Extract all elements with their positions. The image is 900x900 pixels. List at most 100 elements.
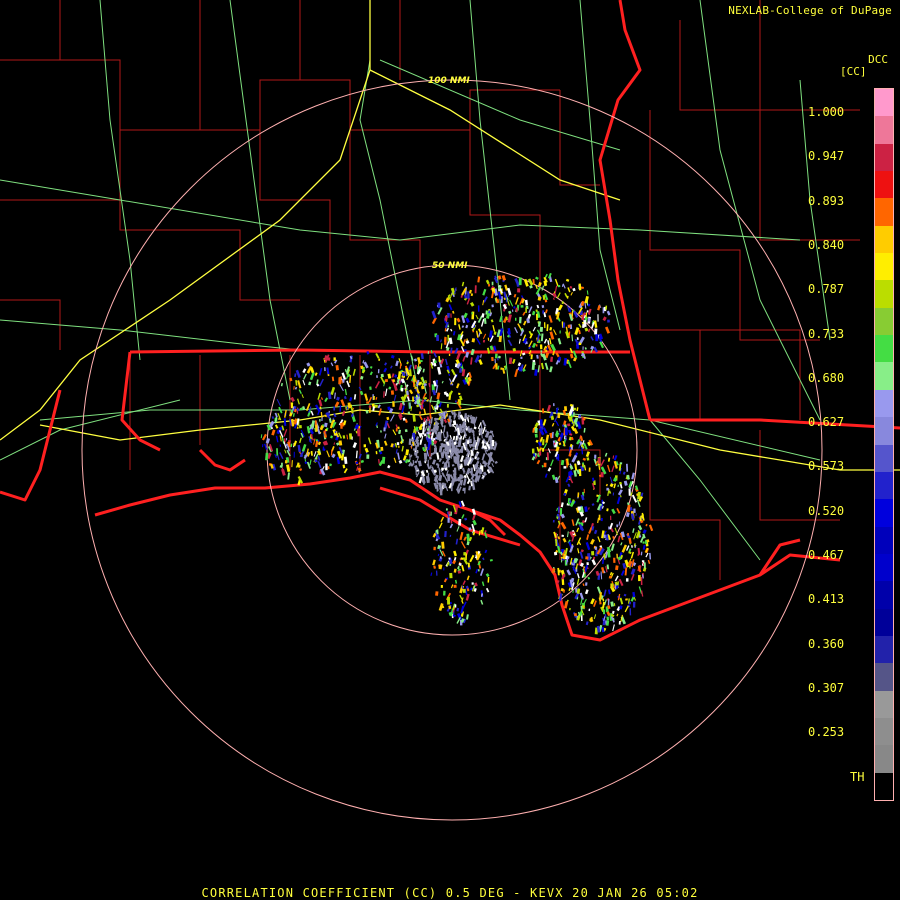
- radar-echo: [338, 377, 342, 385]
- radar-echo: [464, 349, 467, 352]
- color-scale-segment: [875, 527, 893, 554]
- radar-echo: [351, 436, 353, 440]
- radar-echo: [467, 426, 470, 432]
- radar-echo: [583, 488, 585, 494]
- radar-echo: [552, 520, 555, 523]
- radar-echo: [435, 591, 439, 596]
- radar-echo: [450, 313, 452, 318]
- radar-echo: [448, 511, 451, 515]
- radar-echo: [518, 277, 522, 286]
- radar-echo: [571, 310, 574, 317]
- radar-echo: [431, 440, 434, 446]
- radar-echo: [441, 541, 445, 549]
- radar-echo: [557, 454, 560, 461]
- radar-echo: [314, 459, 318, 462]
- product-code: DCC: [868, 53, 888, 66]
- radar-echo: [543, 462, 547, 468]
- radar-echo: [643, 562, 646, 569]
- radar-echo: [363, 444, 366, 448]
- radar-echo: [447, 461, 450, 468]
- radar-echo: [491, 281, 494, 286]
- radar-echo: [468, 527, 472, 531]
- radar-echo: [619, 462, 623, 465]
- color-scale-tick-label: 0.840: [808, 238, 845, 252]
- radar-echo: [477, 569, 480, 572]
- color-scale-segment: [875, 581, 893, 609]
- radar-echo: [418, 363, 420, 368]
- radar-map: 100 NMI 50 NMI: [0, 0, 900, 900]
- radar-echo: [484, 429, 487, 433]
- radar-echo: [542, 439, 545, 446]
- radar-echo: [470, 443, 473, 447]
- color-scale-segment: [875, 89, 893, 116]
- radar-echo: [392, 401, 395, 407]
- source-credit: NEXLAB-College of DuPage: [728, 4, 892, 17]
- color-scale-tick-label: 0.413: [808, 592, 845, 606]
- radar-echo: [474, 285, 477, 294]
- radar-echo: [646, 539, 650, 543]
- color-scale-segment: [875, 198, 893, 226]
- radar-echo: [457, 460, 460, 468]
- color-scale-tick-label: 0.253: [808, 725, 845, 739]
- radar-echo: [448, 353, 451, 357]
- radar-echo: [400, 387, 404, 392]
- radar-echo: [467, 440, 470, 445]
- radar-echo: [553, 403, 555, 407]
- radar-echo: [473, 437, 475, 443]
- radar-echo: [536, 313, 538, 321]
- color-scale-segment: [875, 308, 893, 335]
- radar-echo: [340, 423, 343, 429]
- radar-echo: [453, 584, 457, 588]
- radar-echo: [325, 463, 328, 471]
- radar-echo: [606, 487, 609, 491]
- radar-echo: [482, 460, 486, 465]
- radar-echo: [436, 529, 439, 535]
- radar-echo: [387, 406, 391, 411]
- radar-echo: [464, 442, 466, 445]
- radar-echo: [557, 506, 560, 513]
- radar-echo: [553, 291, 555, 294]
- radar-echo: [427, 459, 429, 467]
- radar-echo: [594, 454, 597, 459]
- radar-echo: [470, 467, 473, 476]
- color-scale-segment: [875, 116, 893, 144]
- color-scale-segment: [875, 417, 893, 445]
- radar-echo: [465, 377, 468, 383]
- radar-echo: [517, 288, 521, 293]
- radar-echo: [494, 353, 498, 359]
- radar-echo: [541, 305, 545, 308]
- radar-echo: [616, 524, 619, 528]
- color-scale-segment: [875, 554, 893, 581]
- color-scale-segment: [875, 226, 893, 253]
- radar-echo: [373, 396, 375, 400]
- radar-echo: [377, 369, 380, 374]
- radar-echo: [429, 425, 431, 429]
- radar-echo: [360, 365, 364, 370]
- radar-echo: [557, 285, 561, 288]
- radar-echo: [594, 546, 598, 550]
- radar-echo: [625, 578, 629, 582]
- radar-echo: [380, 446, 384, 451]
- radar-echo: [315, 424, 318, 432]
- radar-echo: [443, 590, 446, 596]
- radar-echo: [452, 469, 456, 473]
- radar-echo: [437, 302, 441, 308]
- radar-echo: [444, 315, 448, 321]
- color-scale-tick-label: 0.520: [808, 504, 845, 518]
- color-scale-segment: [875, 691, 893, 718]
- radar-echo: [383, 427, 386, 432]
- range-ring-label-50: 50 NMI: [432, 261, 468, 271]
- radar-echo: [602, 609, 606, 615]
- radar-echo: [444, 531, 447, 538]
- radar-echo: [380, 373, 384, 378]
- radar-echo: [459, 367, 463, 373]
- radar-echo: [471, 582, 474, 585]
- radar-echo: [319, 419, 321, 422]
- radar-echo: [567, 324, 571, 328]
- radar-echo: [628, 601, 632, 605]
- color-scale-segment: [875, 390, 893, 417]
- color-scale-bar: [874, 88, 894, 801]
- radar-echo: [333, 406, 336, 411]
- radar-echo: [442, 449, 445, 457]
- color-scale-segment: [875, 253, 893, 280]
